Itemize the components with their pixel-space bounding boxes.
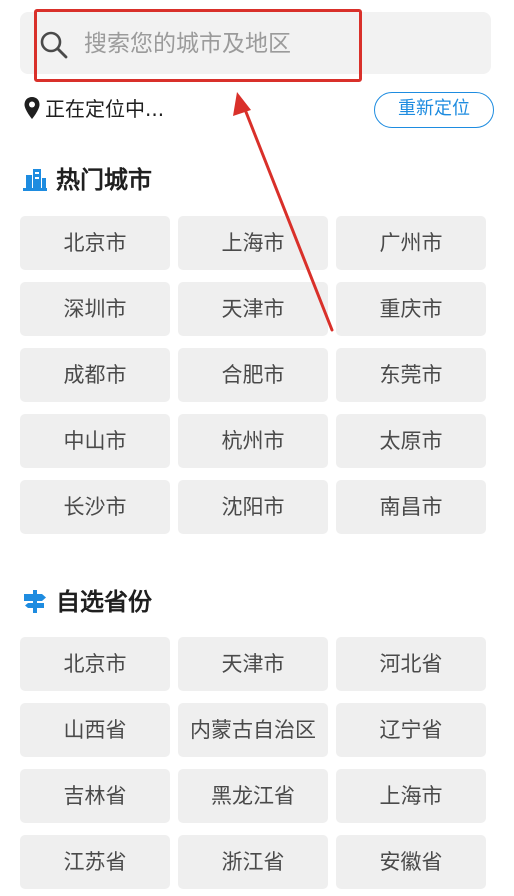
annotation-highlight-box: [34, 9, 362, 82]
signpost-icon: [24, 590, 46, 613]
hot-city-chip[interactable]: 中山市: [20, 414, 170, 468]
province-chip[interactable]: 山西省: [20, 703, 170, 757]
province-chip[interactable]: 江苏省: [20, 835, 170, 889]
province-chip[interactable]: 河北省: [336, 637, 486, 691]
relocate-button[interactable]: 重新定位: [374, 92, 494, 128]
province-chip[interactable]: 黑龙江省: [178, 769, 328, 823]
provinces-title: 自选省份: [56, 588, 152, 616]
province-chip[interactable]: 安徽省: [336, 835, 486, 889]
hot-city-chip[interactable]: 杭州市: [178, 414, 328, 468]
hot-city-chip[interactable]: 深圳市: [20, 282, 170, 336]
hot-city-chip[interactable]: 北京市: [20, 216, 170, 270]
hot-city-chip[interactable]: 南昌市: [336, 480, 486, 534]
province-chip[interactable]: 天津市: [178, 637, 328, 691]
province-chip[interactable]: 吉林省: [20, 769, 170, 823]
hot-city-chip[interactable]: 成都市: [20, 348, 170, 402]
hot-city-chip[interactable]: 合肥市: [178, 348, 328, 402]
hot-city-chip[interactable]: 东莞市: [336, 348, 486, 402]
hot-city-chip[interactable]: 天津市: [178, 282, 328, 336]
province-chip[interactable]: 浙江省: [178, 835, 328, 889]
hot-city-chip[interactable]: 长沙市: [20, 480, 170, 534]
location-status: 正在定位中...: [45, 97, 165, 121]
building-icon: [23, 169, 47, 191]
province-chip[interactable]: 上海市: [336, 769, 486, 823]
hot-city-chip[interactable]: 沈阳市: [178, 480, 328, 534]
province-chip[interactable]: 内蒙古自治区: [178, 703, 328, 757]
hot-city-chip[interactable]: 广州市: [336, 216, 486, 270]
hot-city-chip[interactable]: 太原市: [336, 414, 486, 468]
location-pin-icon: [24, 97, 40, 119]
province-chip[interactable]: 辽宁省: [336, 703, 486, 757]
hot-city-chip[interactable]: 重庆市: [336, 282, 486, 336]
hot-city-chip[interactable]: 上海市: [178, 216, 328, 270]
hot-cities-title: 热门城市: [56, 166, 152, 194]
province-chip[interactable]: 北京市: [20, 637, 170, 691]
